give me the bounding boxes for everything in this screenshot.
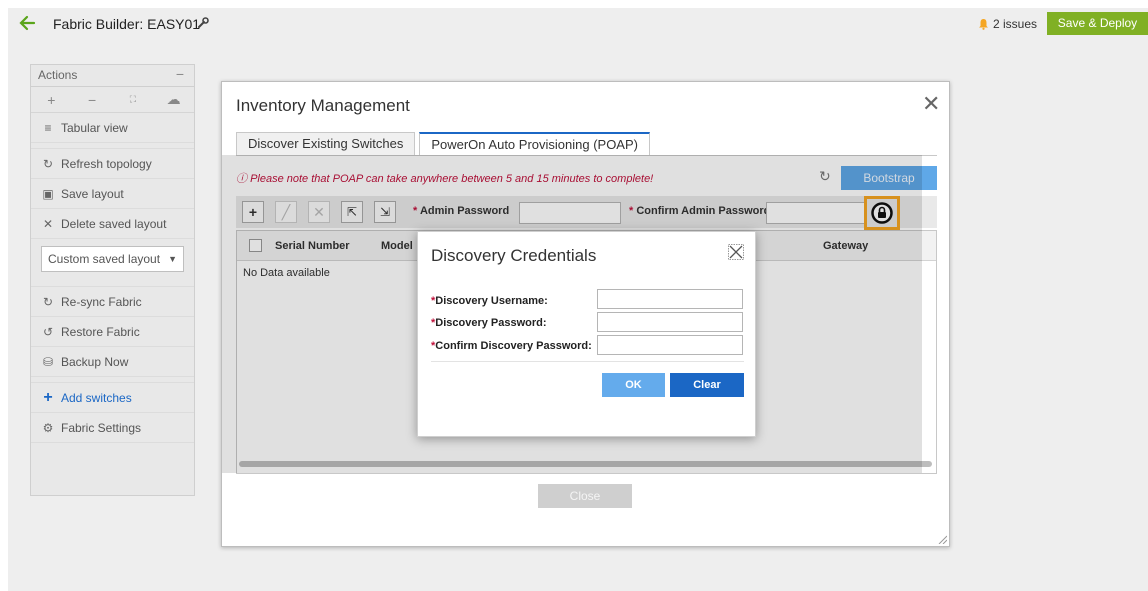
label-text: Confirm Discovery Password: [435, 340, 592, 352]
layout-select-wrap: Custom saved layout ▼ [31, 239, 194, 287]
wrench-icon[interactable] [196, 16, 210, 30]
action-label: Backup Now [61, 354, 129, 369]
issues-count: 2 issues [993, 17, 1038, 31]
clear-button[interactable]: Clear [670, 373, 744, 397]
discovery-username-input[interactable] [597, 289, 743, 309]
plus-icon: + [43, 388, 53, 406]
action-label: Delete saved layout [61, 216, 167, 231]
list-icon: ≡ [44, 120, 52, 135]
tab-discover-existing[interactable]: Discover Existing Switches [236, 132, 416, 156]
action-save-layout[interactable]: ▣ Save layout [31, 179, 194, 209]
inventory-title: Inventory Management [236, 96, 410, 115]
actions-panel: Actions − + − ⛶ ☁ ≡ Tabular view ↻ Refre… [30, 64, 195, 496]
refresh-icon: ↻ [42, 294, 54, 309]
dialog-title: Discovery Credentials [431, 246, 597, 265]
zoom-out-icon[interactable]: − [72, 92, 113, 108]
close-icon[interactable]: ✕ [922, 93, 940, 115]
fit-screen-icon[interactable]: ⛶ [113, 94, 154, 105]
restore-icon: ↺ [42, 324, 54, 339]
label-text: Discovery Password: [435, 317, 547, 329]
close-icon[interactable] [728, 244, 744, 260]
action-label: Fabric Settings [61, 420, 142, 435]
discovery-credentials-dialog: Discovery Credentials *Discovery Usernam… [417, 231, 756, 437]
close-button[interactable]: Close [538, 484, 632, 508]
discovery-username-label: *Discovery Username: [431, 295, 548, 307]
discovery-password-label: *Discovery Password: [431, 317, 547, 329]
action-label: Add switches [61, 390, 132, 405]
cloud-icon[interactable]: ☁ [153, 91, 194, 108]
backup-icon: ⛁ [42, 354, 54, 369]
divider [431, 361, 744, 362]
layout-select-value: Custom saved layout [48, 252, 161, 266]
refresh-icon: ↻ [42, 156, 54, 171]
confirm-discovery-password-input[interactable] [597, 335, 743, 355]
zoom-in-icon[interactable]: + [31, 92, 72, 108]
label-text: Discovery Username: [435, 295, 548, 307]
action-label: Restore Fabric [61, 324, 140, 339]
action-tabular-view[interactable]: ≡ Tabular view [31, 113, 194, 143]
action-resync-fabric[interactable]: ↻ Re-sync Fabric [31, 287, 194, 317]
layout-select[interactable]: Custom saved layout ▼ [41, 246, 184, 272]
top-bar: Fabric Builder: EASY01 2 issues Save & D… [8, 8, 1148, 40]
close-icon: ✕ [42, 216, 54, 231]
action-label: Re-sync Fabric [61, 294, 142, 309]
tab-poap[interactable]: PowerOn Auto Provisioning (POAP) [419, 132, 650, 156]
confirm-discovery-password-label: *Confirm Discovery Password: [431, 340, 592, 352]
action-label: Tabular view [61, 120, 128, 135]
save-icon: ▣ [42, 186, 54, 201]
ok-button[interactable]: OK [602, 373, 665, 397]
issues-indicator[interactable]: 2 issues [978, 17, 1037, 31]
action-label: Save layout [61, 186, 124, 201]
back-arrow-icon[interactable] [17, 13, 37, 33]
bell-icon [979, 19, 988, 30]
action-restore-fabric[interactable]: ↺ Restore Fabric [31, 317, 194, 347]
actions-header: Actions − [31, 65, 194, 87]
action-backup-now[interactable]: ⛁ Backup Now [31, 347, 194, 377]
save-deploy-button[interactable]: Save & Deploy [1047, 12, 1148, 35]
action-fabric-settings[interactable]: ⚙ Fabric Settings [31, 413, 194, 443]
action-label: Refresh topology [61, 156, 152, 171]
gear-icon: ⚙ [42, 420, 54, 435]
discovery-password-input[interactable] [597, 312, 743, 332]
inventory-tabs: Discover Existing Switches PowerOn Auto … [236, 132, 650, 156]
action-add-switches[interactable]: + Add switches [31, 383, 194, 413]
actions-title: Actions [38, 68, 78, 82]
page-title: Fabric Builder: EASY01 [53, 16, 201, 32]
action-refresh-topology[interactable]: ↻ Refresh topology [31, 149, 194, 179]
zoom-toolbar: + − ⛶ ☁ [31, 87, 194, 113]
collapse-icon[interactable]: − [176, 66, 184, 82]
resize-handle-icon[interactable] [937, 534, 947, 544]
action-delete-saved-layout[interactable]: ✕ Delete saved layout [31, 209, 194, 239]
app-stage: Fabric Builder: EASY01 2 issues Save & D… [8, 8, 1148, 591]
chevron-down-icon: ▼ [168, 254, 177, 264]
